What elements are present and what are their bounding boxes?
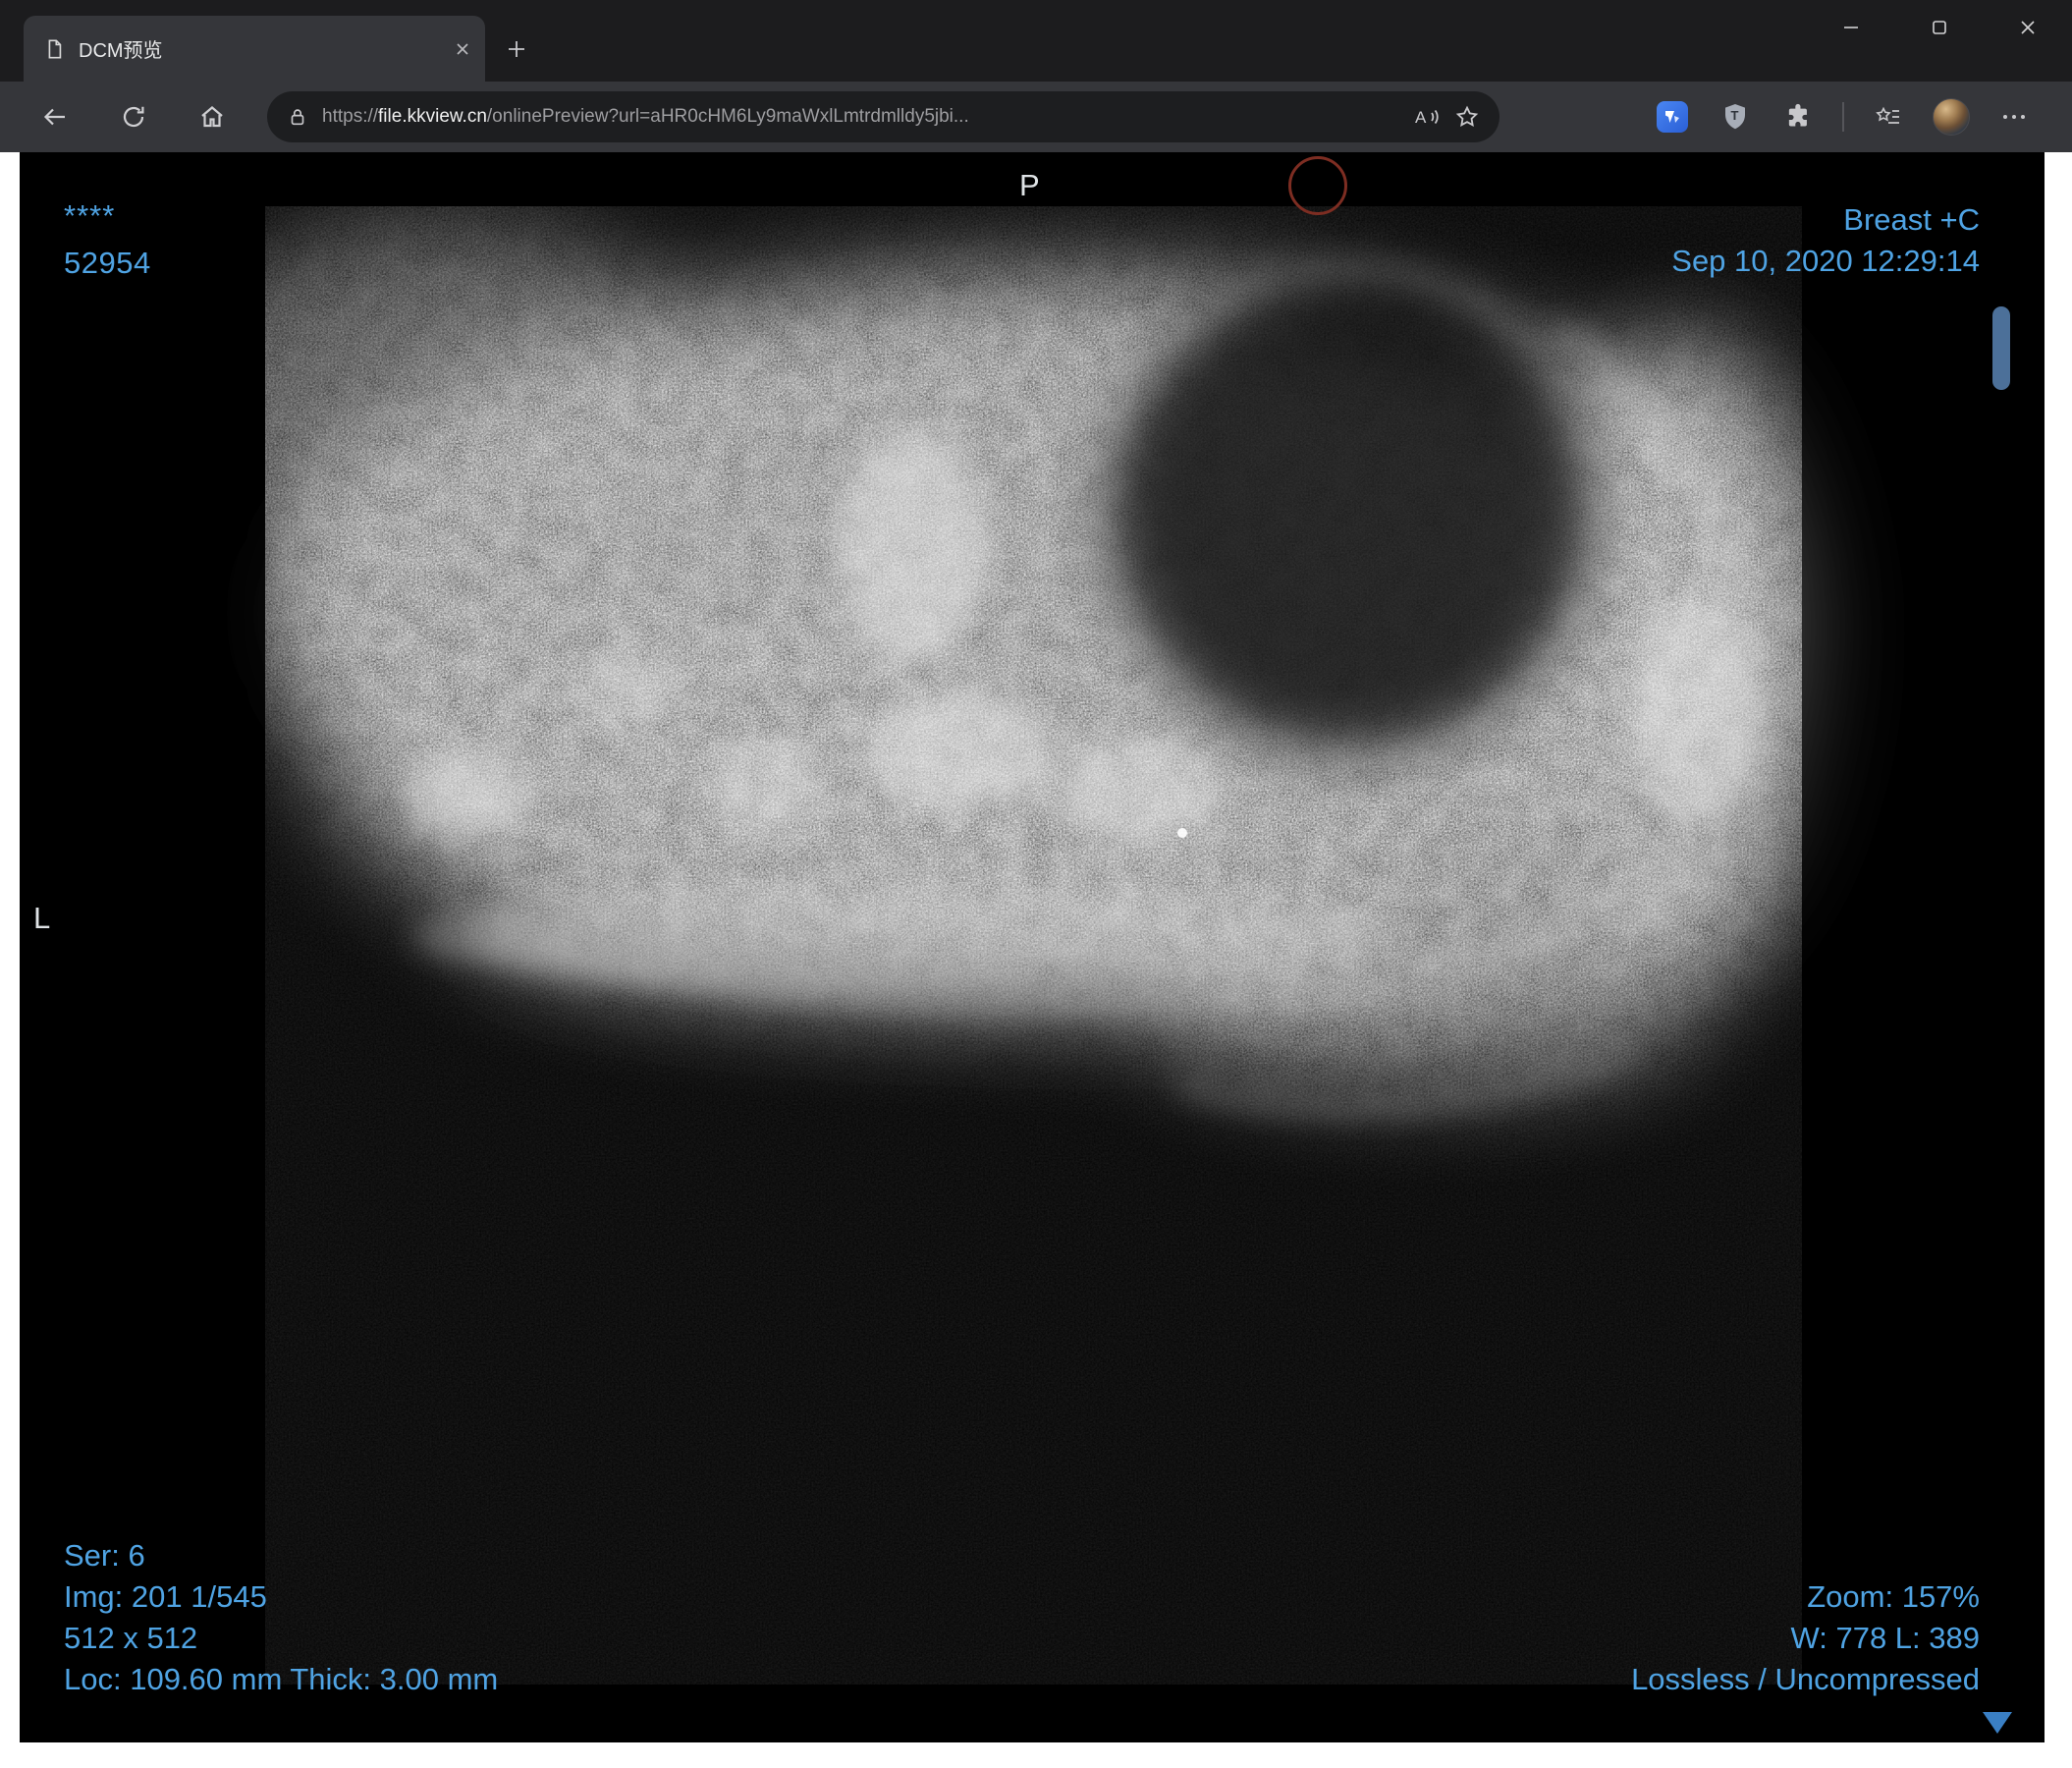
new-tab-button[interactable]: [497, 29, 536, 69]
tab-title: DCM预览: [79, 40, 163, 62]
image-number: Img: 201 1/545: [64, 1579, 267, 1614]
url-path: /onlinePreview?url=aHR0cHM6Ly9maWxlLmtrd…: [486, 106, 969, 127]
read-aloud-icon[interactable]: A: [1413, 104, 1441, 130]
refresh-icon: [123, 106, 144, 128]
display-info-block: Zoom: 157% W: 778 L: 389 Lossless / Unco…: [1631, 1576, 1980, 1700]
window-level: W: 778 L: 389: [1790, 1621, 1980, 1655]
matrix-size: 512 x 512: [64, 1621, 198, 1655]
maximize-icon: [1933, 21, 1946, 34]
url-scheme: https://: [322, 106, 379, 127]
refresh-button[interactable]: [98, 89, 169, 144]
shield-icon: T: [1725, 104, 1745, 130]
plus-icon: [509, 41, 524, 57]
back-button[interactable]: [20, 89, 90, 144]
translate-extension-button[interactable]: [1654, 98, 1691, 136]
orientation-marker-left: L: [33, 901, 51, 935]
tab-favicon-document-icon: [48, 38, 62, 59]
minimize-icon: [1844, 27, 1858, 28]
study-name: Breast +C: [1843, 202, 1980, 237]
annotation-circle: [1288, 156, 1347, 215]
more-menu-button[interactable]: [1995, 98, 2033, 136]
tab-close-icon[interactable]: [454, 40, 471, 58]
extensions-area: T: [1654, 98, 2033, 136]
profile-avatar[interactable]: [1933, 98, 1970, 136]
favorite-star-icon[interactable]: [1454, 104, 1480, 130]
lock-icon[interactable]: [287, 105, 308, 129]
titlebar: DCM预览: [0, 0, 2072, 82]
home-icon: [201, 106, 223, 128]
page-background: **** 52954 P L Breast +C Sep 10, 2020 12…: [0, 152, 2072, 1768]
read-aloud-letter: A: [1415, 108, 1427, 127]
scrollbar-down-arrow[interactable]: [1983, 1712, 2012, 1734]
puzzle-icon: [1788, 103, 1807, 127]
mri-image: [20, 152, 2045, 1742]
slice-location: Loc: 109.60 mm Thick: 3.00 mm: [64, 1662, 499, 1696]
series-number: Ser: 6: [64, 1538, 145, 1573]
shield-letter: T: [1731, 108, 1739, 123]
shield-extension-button[interactable]: T: [1717, 98, 1754, 136]
maximize-button[interactable]: [1895, 0, 1984, 55]
study-datetime: Sep 10, 2020 12:29:14: [1671, 244, 1980, 278]
toolbar-divider: [1842, 102, 1844, 132]
dicom-canvas[interactable]: **** 52954 P L Breast +C Sep 10, 2020 12…: [20, 152, 2045, 1742]
extensions-puzzle-button[interactable]: [1779, 98, 1817, 136]
close-button[interactable]: [1984, 0, 2072, 55]
back-arrow-icon: [43, 108, 65, 126]
orientation-marker-posterior: P: [1019, 168, 1040, 202]
study-info-block: Breast +C Sep 10, 2020 12:29:14: [1671, 199, 1980, 282]
patient-number: 52954: [64, 246, 151, 280]
window-controls: [1807, 0, 2072, 55]
compression-info: Lossless / Uncompressed: [1631, 1662, 1980, 1696]
favorites-hub-icon: [1876, 106, 1899, 124]
close-icon: [2021, 21, 2035, 34]
minimize-button[interactable]: [1807, 0, 1895, 55]
url-domain: file.kkview.cn: [378, 106, 487, 127]
address-bar[interactable]: https://file.kkview.cn/onlinePreview?url…: [267, 91, 1499, 142]
more-dots-icon: [2003, 115, 2025, 119]
patient-id-masked: ****: [64, 198, 116, 233]
series-info-block: Ser: 6 Img: 201 1/545 512 x 512 Loc: 109…: [64, 1535, 498, 1700]
zoom-level: Zoom: 157%: [1807, 1579, 1980, 1614]
browser-tab[interactable]: DCM预览: [24, 16, 485, 82]
favorites-hub-button[interactable]: [1870, 98, 1907, 136]
translate-extension-icon: [1657, 101, 1688, 133]
scrollbar-thumb[interactable]: [1992, 306, 2010, 390]
navigation-toolbar: https://file.kkview.cn/onlinePreview?url…: [0, 82, 2072, 152]
url-text[interactable]: https://file.kkview.cn/onlinePreview?url…: [322, 106, 1399, 128]
home-button[interactable]: [177, 89, 247, 144]
